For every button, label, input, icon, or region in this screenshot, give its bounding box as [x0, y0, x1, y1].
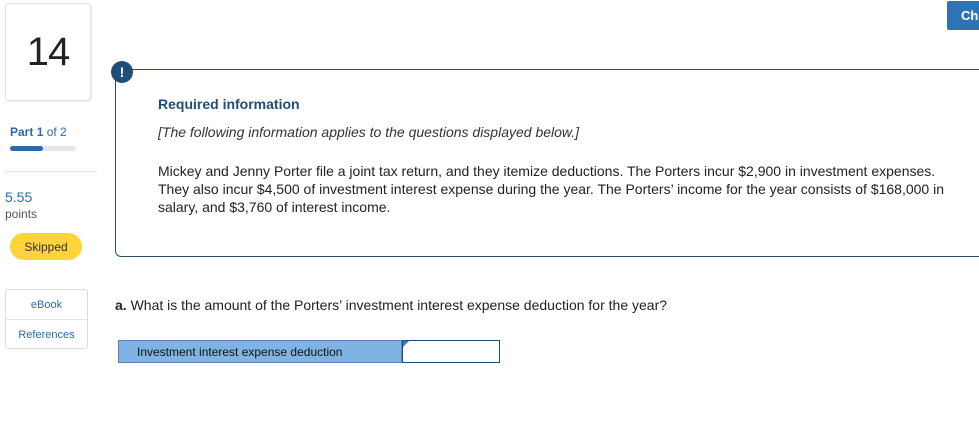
question-prompt: a. What is the amount of the Porters’ in… — [115, 297, 667, 313]
part-prefix: Part 1 — [10, 125, 43, 139]
question-text: What is the amount of the Porters’ inves… — [130, 297, 668, 313]
answer-input[interactable] — [402, 340, 500, 363]
check-my-work-button[interactable]: Ch — [947, 1, 979, 30]
exclamation-icon: ! — [111, 61, 133, 83]
answer-row-label: Investment interest expense deduction — [118, 340, 402, 363]
part-progress-fill — [10, 146, 43, 151]
applies-note: [The following information applies to th… — [158, 124, 580, 140]
ebook-button[interactable]: eBook — [6, 290, 87, 319]
references-button[interactable]: References — [6, 319, 87, 349]
required-information-title: Required information — [158, 96, 300, 112]
part-indicator: Part 1 of 2 — [10, 125, 67, 139]
question-number-box: 14 — [5, 3, 91, 101]
scenario-text: Mickey and Jenny Porter file a joint tax… — [158, 163, 944, 215]
sidebar-divider — [5, 171, 97, 172]
part-total: of 2 — [46, 125, 67, 139]
points-value: 5.55 — [5, 189, 33, 205]
resource-links: eBook References — [5, 289, 88, 349]
page: 14 Part 1 of 2 5.55 points Skipped eBook… — [0, 0, 979, 422]
part-prefix-text: Part — [10, 125, 34, 139]
status-badge: Skipped — [10, 233, 82, 260]
question-letter: a. — [115, 297, 127, 313]
part-current: 1 — [36, 125, 44, 139]
question-number: 14 — [26, 29, 70, 74]
part-progress-bar — [10, 146, 76, 151]
answer-cell-marker-icon — [403, 341, 409, 347]
points-label: points — [5, 207, 38, 221]
